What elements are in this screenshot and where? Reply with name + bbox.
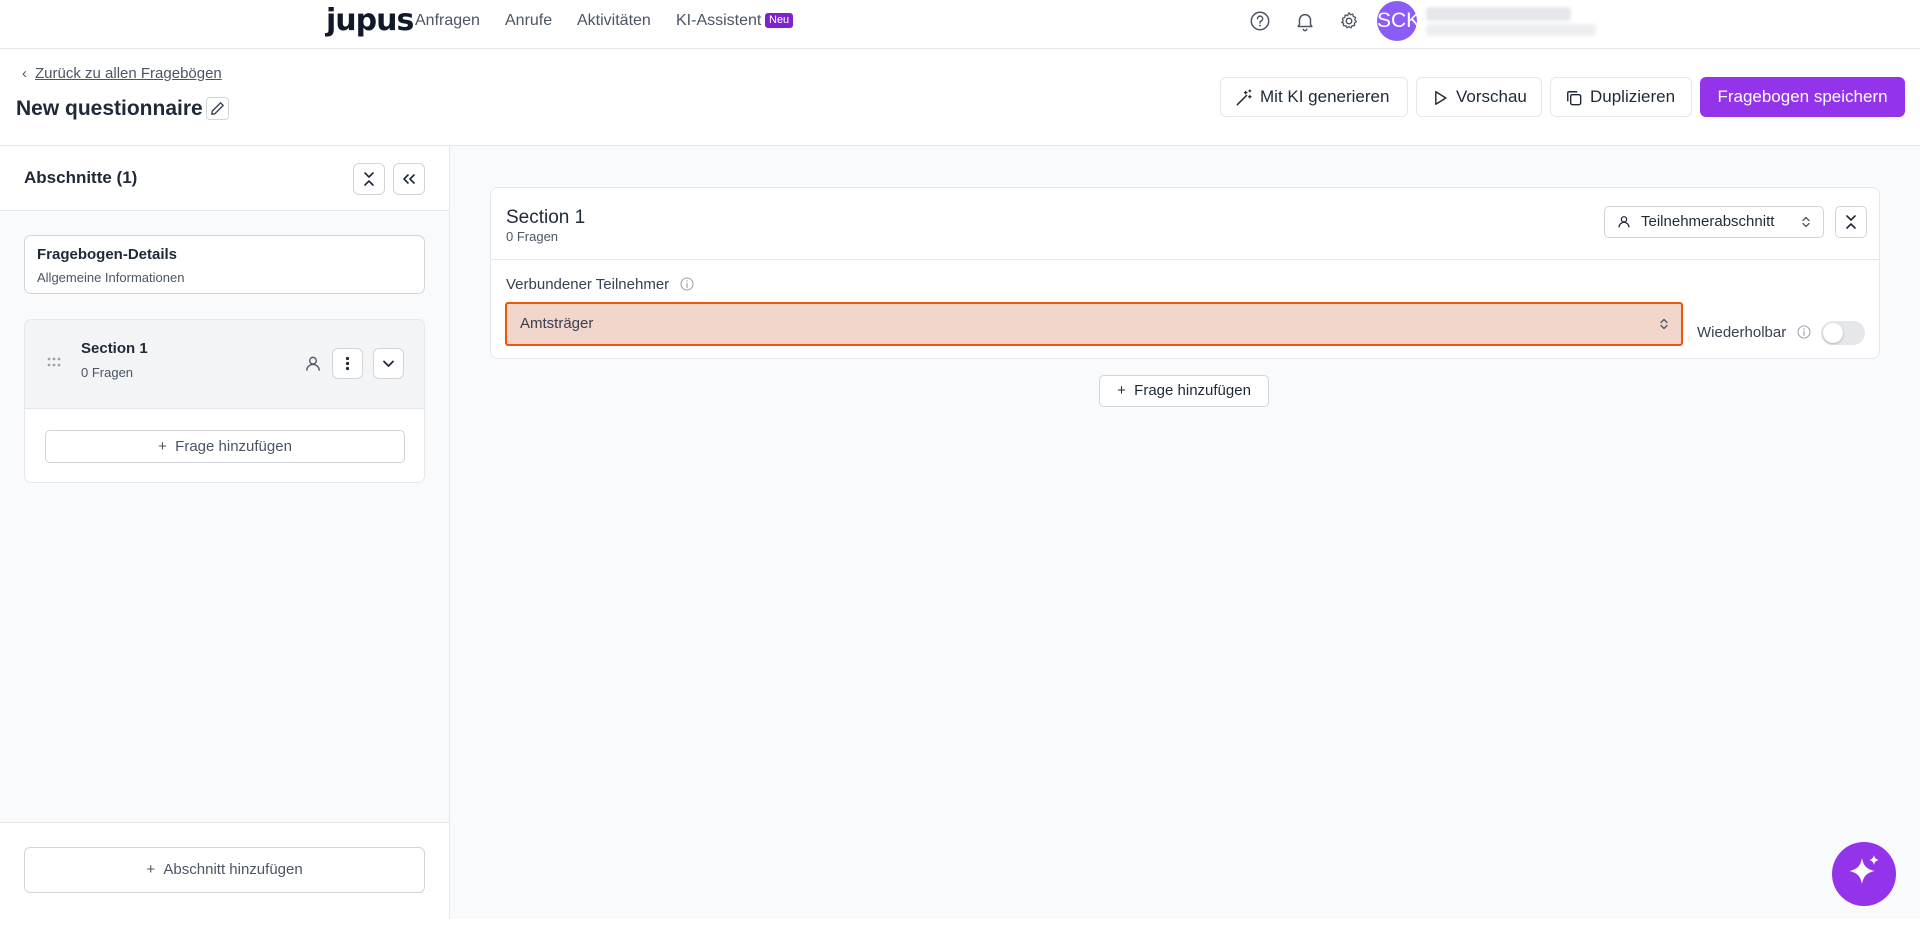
repeatable-toggle[interactable]	[1821, 321, 1865, 345]
section-editor-header: Section 1 0 Fragen Teilnehmerabschnitt	[491, 188, 1879, 260]
sidebar-add-question-button[interactable]: + Frage hinzufügen	[45, 430, 405, 463]
drag-handle-icon[interactable]	[46, 356, 62, 368]
sidebar-title: Abschnitte (1)	[24, 168, 138, 187]
connected-participant-label: Verbundener Teilnehmer	[506, 276, 695, 294]
sidebar-header: Abschnitte (1)	[0, 146, 449, 211]
sidebar-footer: + Abschnitt hinzufügen	[0, 822, 449, 919]
info-icon[interactable]	[679, 276, 695, 292]
plus-icon: +	[158, 438, 176, 455]
duplicate-button[interactable]: Duplizieren	[1550, 77, 1692, 117]
preview-label: Vorschau	[1456, 87, 1527, 106]
info-icon[interactable]	[1796, 324, 1812, 340]
sidebar-section-name: Section 1	[81, 340, 148, 357]
back-link-label[interactable]: Zurück zu allen Fragebögen	[35, 65, 222, 82]
section-editor-card: Section 1 0 Fragen Teilnehmerabschnitt V…	[490, 187, 1880, 359]
repeatable-label-text: Wiederholbar	[1697, 324, 1787, 341]
save-questionnaire-button[interactable]: Fragebogen speichern	[1700, 77, 1905, 117]
play-icon	[1435, 91, 1447, 105]
section-question-count: 0 Fragen	[506, 229, 559, 244]
connected-participant-label-text: Verbundener Teilnehmer	[506, 276, 670, 293]
edit-title-button[interactable]	[206, 97, 229, 120]
top-navigation: jupus Anfragen Anrufe Aktivitäten KI-Ass…	[0, 0, 1920, 49]
chevron-updown-icon	[1802, 216, 1810, 228]
add-question-button[interactable]: + Frage hinzufügen	[1099, 375, 1269, 407]
page-title: New questionnaire	[16, 97, 203, 120]
nav-link-anrufe[interactable]: Anrufe	[505, 11, 552, 31]
section-expand-button[interactable]	[373, 348, 404, 379]
chevron-down-icon	[383, 360, 394, 367]
ai-assistant-fab[interactable]	[1832, 842, 1896, 906]
magic-wand-icon	[1236, 89, 1252, 106]
more-vertical-icon	[345, 356, 350, 371]
nav-link-ki-assistent[interactable]: KI-Assistent	[676, 11, 761, 31]
jupus-logo[interactable]: jupus	[326, 4, 414, 38]
collapse-sidebar-button[interactable]	[393, 163, 425, 195]
chevrons-collapse-icon	[364, 172, 374, 186]
blurred-user-name	[1426, 7, 1571, 21]
new-badge: Neu	[765, 13, 794, 28]
chevrons-collapse-icon	[1846, 215, 1856, 229]
main-editor: Section 1 0 Fragen Teilnehmerabschnitt V…	[450, 146, 1920, 919]
add-section-label: Abschnitt hinzufügen	[163, 861, 303, 878]
repeatable-label: Wiederholbar	[1697, 324, 1812, 342]
chevron-left-icon: ‹	[22, 65, 27, 82]
sections-sidebar: Abschnitte (1) Fragebogen-Details Allgem…	[0, 146, 450, 919]
bell-icon[interactable]	[1294, 10, 1316, 32]
user-icon	[1618, 216, 1630, 228]
duplicate-label: Duplizieren	[1590, 87, 1676, 106]
sidebar-body: Fragebogen-Details Allgemeine Informatio…	[0, 211, 449, 822]
section-title: Section 1	[506, 207, 586, 228]
chevron-updown-icon	[1660, 318, 1668, 330]
nav-link-aktivitaeten[interactable]: Aktivitäten	[577, 11, 651, 31]
sparkle-icon	[1849, 855, 1879, 884]
ai-generate-label: Mit KI generieren	[1260, 87, 1390, 106]
section-collapse-button[interactable]	[1835, 206, 1867, 238]
section-more-button[interactable]	[332, 348, 363, 379]
help-icon[interactable]	[1249, 10, 1271, 32]
section-type-select[interactable]: Teilnehmerabschnitt	[1604, 206, 1824, 238]
collapse-all-button[interactable]	[353, 163, 385, 195]
toggle-knob	[1823, 323, 1843, 343]
nav-link-anfragen[interactable]: Anfragen	[415, 11, 480, 31]
add-question-label: Frage hinzufügen	[1134, 382, 1251, 399]
back-link[interactable]: ‹ Zurück zu allen Fragebögen	[22, 65, 222, 83]
section-type-value: Teilnehmerabschnitt	[1641, 213, 1775, 230]
section-card-header[interactable]: Section 1 0 Fragen	[25, 320, 424, 409]
plus-icon: +	[146, 861, 164, 878]
user-icon	[306, 356, 320, 371]
preview-button[interactable]: Vorschau	[1416, 77, 1542, 117]
chevrons-left-icon	[403, 174, 415, 184]
blurred-user-email	[1426, 24, 1596, 36]
user-avatar[interactable]: SCK	[1377, 1, 1420, 41]
pencil-icon	[211, 102, 224, 115]
connected-participant-value: Amtsträger	[520, 315, 594, 332]
sidebar-add-question-label: Frage hinzufügen	[175, 438, 292, 455]
page-header: ‹ Zurück zu allen Fragebögen New question…	[0, 49, 1920, 146]
details-subtitle: Allgemeine Informationen	[37, 270, 185, 285]
copy-icon	[1567, 91, 1582, 106]
gear-icon[interactable]	[1338, 10, 1360, 32]
questionnaire-details-card[interactable]: Fragebogen-Details Allgemeine Informatio…	[24, 235, 425, 294]
details-title: Fragebogen-Details	[37, 246, 178, 263]
section-card: Section 1 0 Fragen + Frage hinzufügen	[24, 319, 425, 483]
connected-participant-select[interactable]: Amtsträger	[505, 302, 1683, 346]
sidebar-section-count: 0 Fragen	[81, 365, 134, 380]
add-section-button[interactable]: + Abschnitt hinzufügen	[24, 847, 425, 893]
plus-icon: +	[1117, 382, 1135, 399]
ai-generate-button[interactable]: Mit KI generieren	[1220, 77, 1408, 117]
